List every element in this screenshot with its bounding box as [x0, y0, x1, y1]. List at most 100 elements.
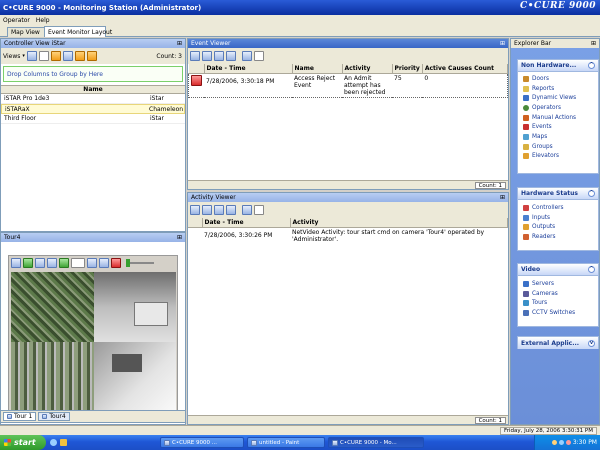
layout-quad-icon[interactable]: [35, 258, 45, 268]
explorer-item-cctv-switches[interactable]: CCTV Switches: [518, 308, 598, 318]
play-icon[interactable]: [99, 258, 109, 268]
sort-up-icon[interactable]: [202, 51, 212, 61]
expand-icon[interactable]: v: [588, 339, 595, 347]
tab-map-view[interactable]: Map View: [7, 27, 49, 37]
pause-icon[interactable]: [87, 258, 97, 268]
explorer-item-dynamic-views[interactable]: Dynamic Views: [518, 93, 598, 103]
dropdown-arrow-icon[interactable]: ▾: [22, 53, 25, 59]
col-active-causes-count[interactable]: Active Causes Count: [422, 64, 509, 74]
tab-tour4[interactable]: Tour4: [38, 412, 70, 421]
group-header[interactable]: External Applic... v: [518, 337, 598, 349]
explorer-item-events[interactable]: Events: [518, 122, 598, 132]
explorer-item-outputs[interactable]: Outputs: [518, 222, 598, 232]
col-activity[interactable]: Activity: [342, 64, 393, 74]
record-icon[interactable]: [59, 258, 69, 268]
table-row[interactable]: 7/28/2006, 3:30:26 PM NetVideo Activity:…: [188, 228, 508, 245]
camera-tile[interactable]: [94, 342, 176, 412]
tray-icon[interactable]: [565, 440, 571, 445]
folder-icon[interactable]: [50, 51, 61, 61]
snapshot-icon[interactable]: [71, 258, 85, 268]
explorer-item-tours[interactable]: Tours: [518, 298, 598, 308]
explorer-item-groups[interactable]: Groups: [518, 142, 598, 152]
tray-icon[interactable]: [551, 440, 557, 445]
explorer-item-cameras[interactable]: Cameras: [518, 289, 598, 299]
camera-feed[interactable]: [11, 272, 176, 412]
pin-icon[interactable]: ⊞: [177, 40, 182, 47]
pin-icon[interactable]: ⊞: [500, 194, 505, 201]
refresh-icon[interactable]: [26, 51, 37, 61]
sort-top-icon[interactable]: [190, 51, 200, 61]
print-icon[interactable]: [254, 51, 264, 61]
volume-slider[interactable]: [126, 259, 154, 267]
menu-operator[interactable]: Operator: [3, 17, 30, 24]
explorer-group-video: Video ^ Servers Cameras Tours CCTV Switch…: [517, 263, 599, 327]
explorer-item-elevators[interactable]: Elevators: [518, 152, 598, 162]
col-activity[interactable]: Activity: [290, 218, 508, 228]
explorer-item-inputs[interactable]: Inputs: [518, 213, 598, 223]
layout-nine-icon[interactable]: [47, 258, 57, 268]
explorer-item-manual-actions[interactable]: Manual Actions: [518, 113, 598, 123]
col-priority[interactable]: Priority: [392, 64, 423, 74]
taskbar-button-active[interactable]: C•CURE 9000 - Mo...: [328, 437, 424, 448]
sort-bottom-icon[interactable]: [226, 51, 236, 61]
quicklaunch-icon[interactable]: [50, 439, 57, 446]
name-column-header[interactable]: Name: [1, 85, 185, 94]
sort-bottom-icon[interactable]: [226, 205, 236, 215]
document-icon[interactable]: [38, 51, 49, 61]
activity-toolbar: [188, 202, 508, 218]
table-row[interactable]: iSTAR Pro 1de3 iStar: [1, 94, 185, 104]
export-icon[interactable]: [242, 51, 252, 61]
group-header[interactable]: Non Hardware... ^: [518, 60, 598, 72]
col-name[interactable]: Name: [292, 64, 343, 74]
system-tray: 3:30 PM: [534, 435, 600, 450]
tray-icon[interactable]: [558, 440, 564, 445]
layout-grid-icon[interactable]: [23, 258, 33, 268]
table-row[interactable]: Third Floor iStar: [1, 114, 185, 124]
group-icon[interactable]: [62, 51, 73, 61]
start-button[interactable]: start: [0, 435, 46, 450]
explorer-item-servers[interactable]: Servers: [518, 279, 598, 289]
collapse-icon[interactable]: ^: [588, 266, 595, 273]
quicklaunch-icon[interactable]: [60, 439, 67, 446]
controller-view-header: Controller View iStar ⊞: [1, 39, 185, 48]
explorer-item-readers[interactable]: Readers: [518, 232, 598, 242]
sort-up-icon[interactable]: [202, 205, 212, 215]
explorer-item-controllers[interactable]: Controllers: [518, 203, 598, 213]
filter-icon[interactable]: [86, 51, 97, 61]
stop-icon[interactable]: [111, 258, 121, 268]
pin-icon[interactable]: ⊞: [591, 40, 596, 47]
camera-tile[interactable]: [94, 272, 176, 342]
collapse-icon[interactable]: ^: [588, 190, 595, 197]
group-header[interactable]: Video ^: [518, 264, 598, 276]
views-label[interactable]: Views: [3, 53, 20, 60]
sort-down-icon[interactable]: [214, 51, 224, 61]
print-icon[interactable]: [254, 205, 264, 215]
export-icon[interactable]: [242, 205, 252, 215]
collapse-icon[interactable]: ^: [588, 62, 595, 69]
group-header[interactable]: Hardware Status ^: [518, 188, 598, 200]
explorer-group-hardware-status: Hardware Status ^ Controllers Inputs Outp…: [517, 187, 599, 251]
col-date-time[interactable]: Date - Time: [202, 218, 291, 228]
tab-event-monitor-layout[interactable]: Event Monitor Layout: [44, 26, 112, 37]
layout-icon[interactable]: [11, 258, 21, 268]
explorer-item-operators[interactable]: Operators: [518, 103, 598, 113]
menu-help[interactable]: Help: [36, 17, 50, 24]
taskbar-button[interactable]: C•CURE 9000 ...: [160, 437, 244, 448]
taskbar-button[interactable]: untitled - Paint: [247, 437, 325, 448]
clock[interactable]: 3:30 PM: [573, 439, 597, 446]
card-icon[interactable]: [74, 51, 85, 61]
pin-icon[interactable]: ⊞: [177, 234, 182, 241]
explorer-item-maps[interactable]: Maps: [518, 132, 598, 142]
table-row[interactable]: 7/28/2006, 3:30:18 PM Access Reject Even…: [188, 73, 508, 98]
tab-tour-1[interactable]: Tour 1: [3, 412, 37, 421]
sort-top-icon[interactable]: [190, 205, 200, 215]
pin-icon[interactable]: ⊞: [500, 40, 505, 47]
col-date-time[interactable]: Date - Time: [204, 64, 293, 74]
sort-down-icon[interactable]: [214, 205, 224, 215]
explorer-item-reports[interactable]: Reports: [518, 84, 598, 94]
table-row-selected[interactable]: iSTARaX Chameleon: [1, 104, 185, 114]
camera-tile[interactable]: [11, 272, 94, 342]
camera-tile[interactable]: [11, 342, 94, 412]
group-by-area[interactable]: Drop Columns to Group by Here: [3, 66, 183, 82]
explorer-item-doors[interactable]: Doors: [518, 74, 598, 84]
